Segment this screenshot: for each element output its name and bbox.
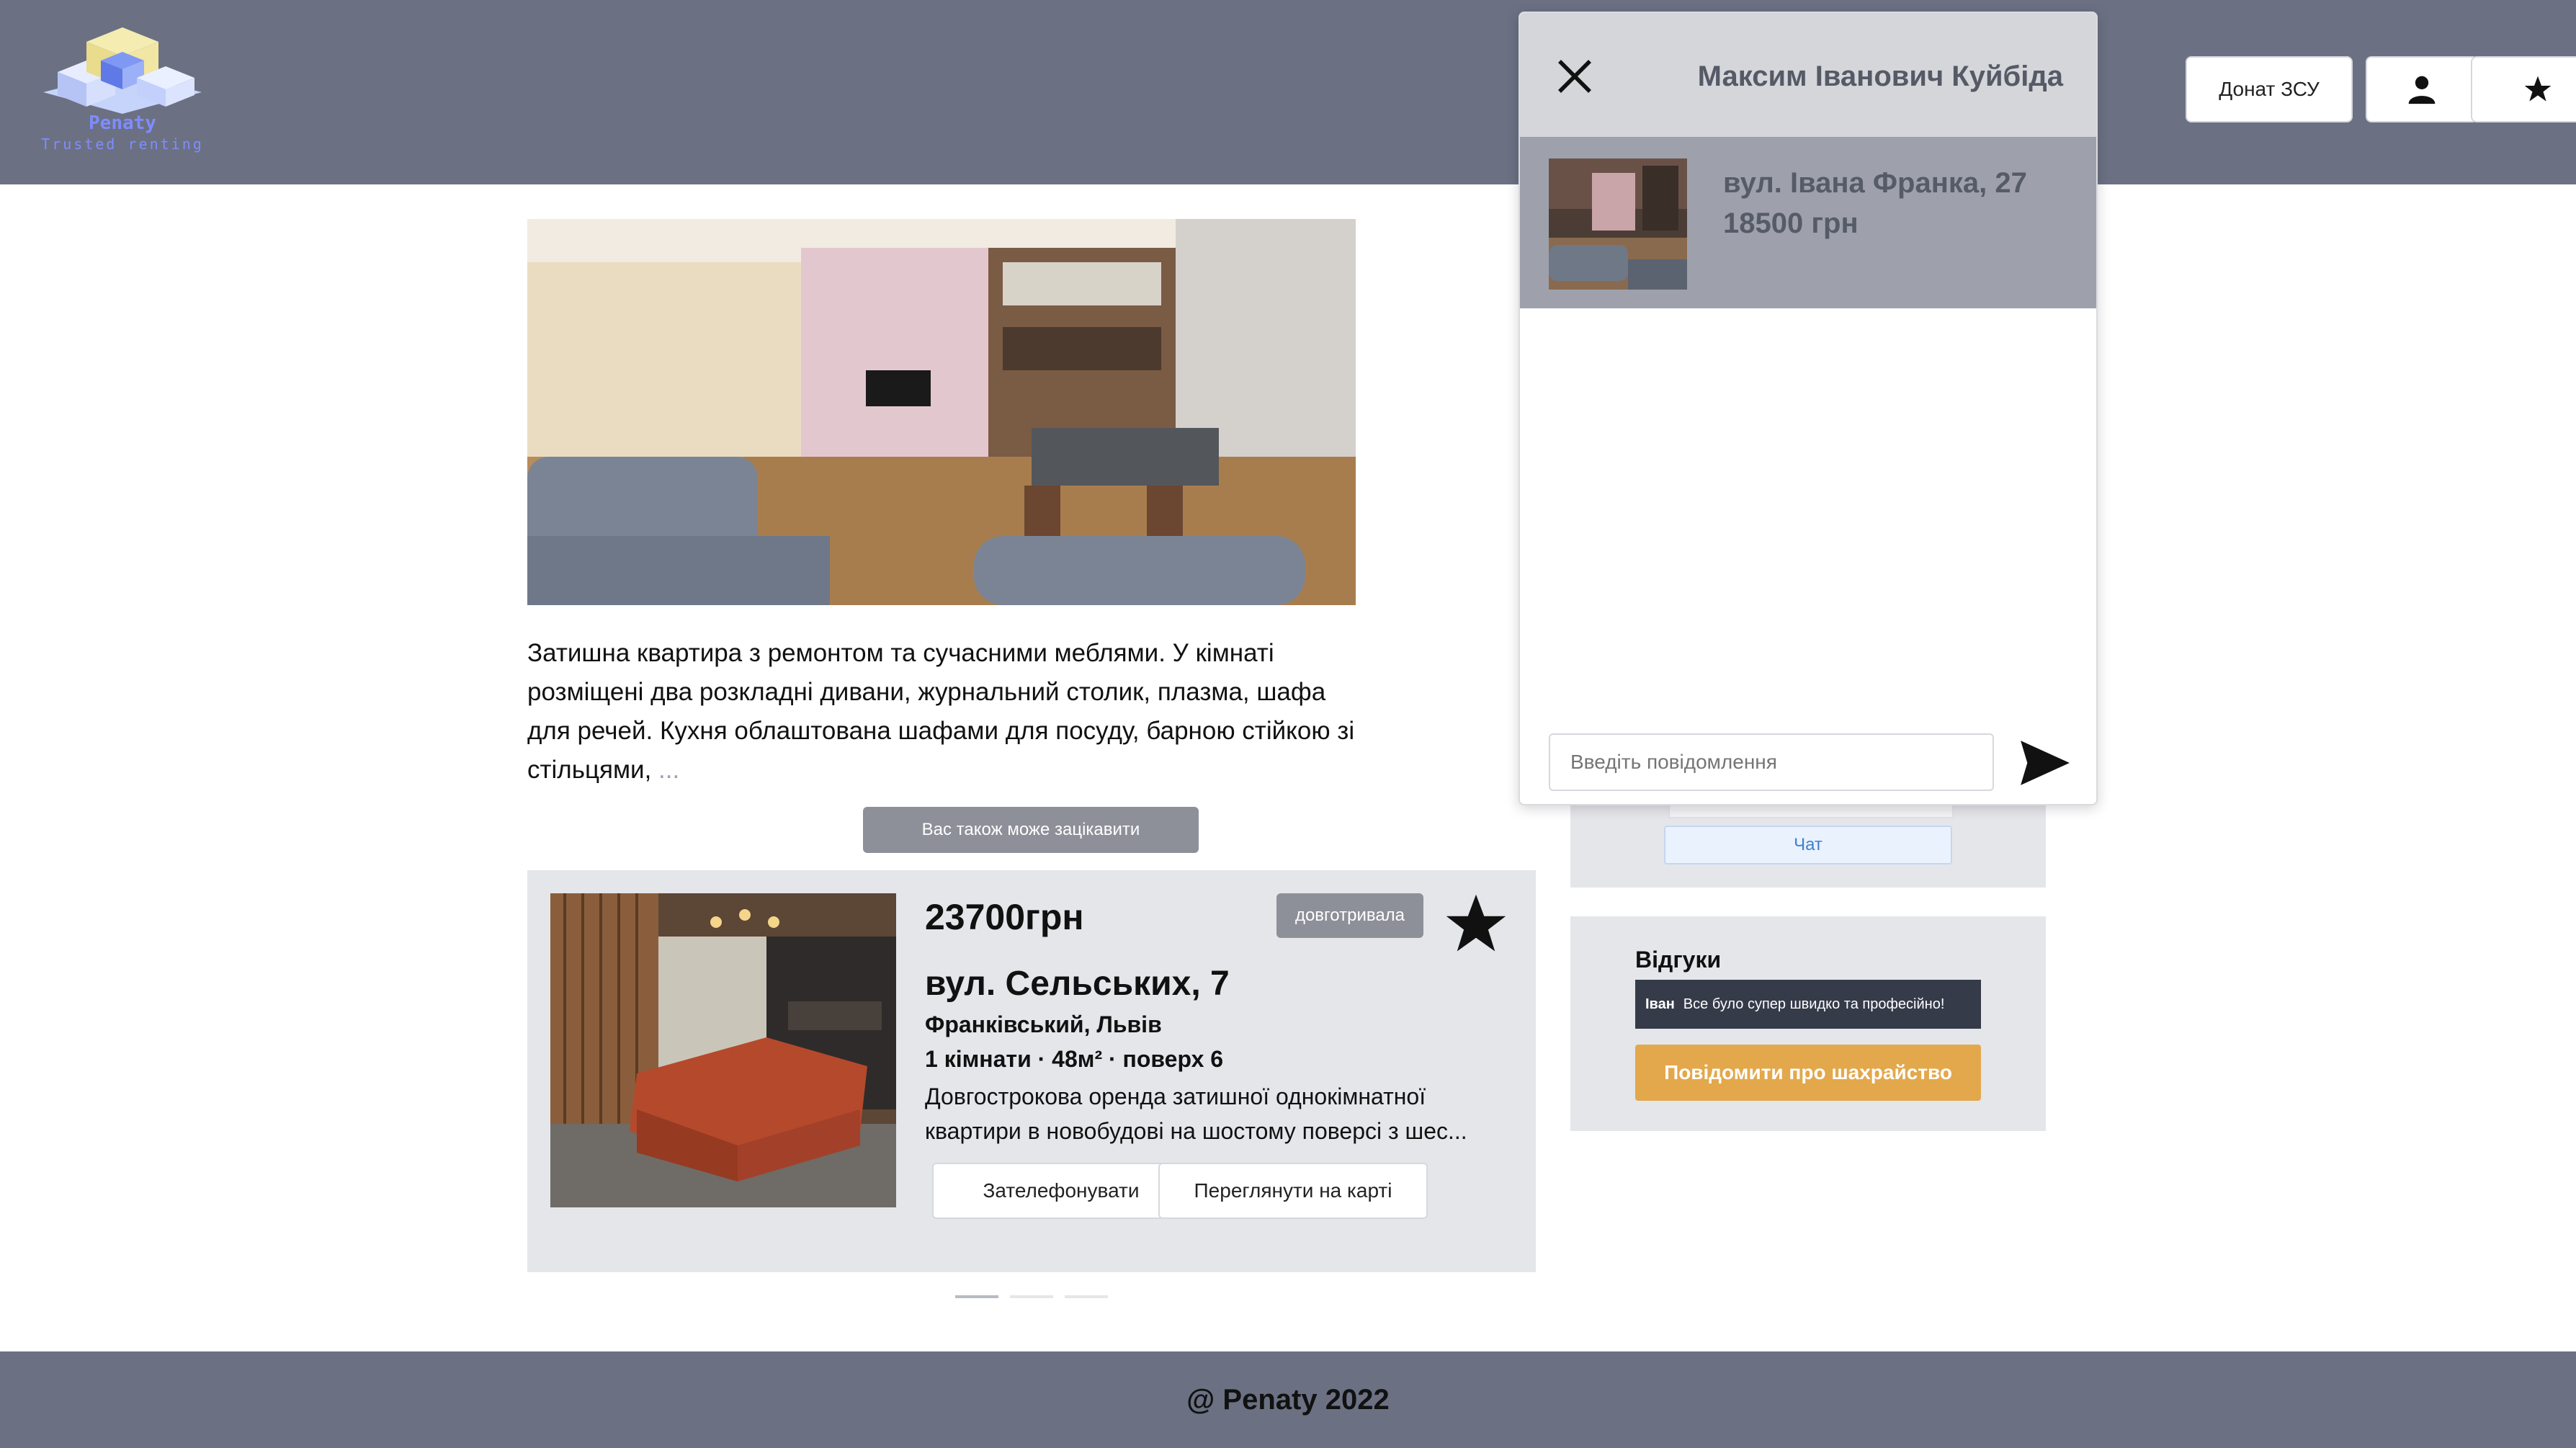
message-input[interactable] [1549, 733, 1994, 791]
send-icon [2021, 741, 2070, 785]
carousel-dot[interactable] [955, 1295, 998, 1298]
suggested-listing-price: 23700грн [925, 897, 1084, 937]
profile-button[interactable] [2366, 56, 2478, 122]
carousel-dot[interactable] [1010, 1295, 1053, 1298]
chat-header: Максим Іванович Куйбіда [1520, 13, 2096, 137]
rental-term-badge: довготривала [1276, 893, 1423, 938]
suggested-listing-district: Франківський, Львів [925, 1011, 1162, 1037]
chat-listing-thumbnail [1549, 158, 1687, 290]
suggestions-button[interactable]: Вас також може зацікавити [863, 807, 1199, 853]
reviews-title: Відгуки [1635, 947, 1722, 973]
add-to-favorites-button[interactable] [1444, 892, 1508, 957]
logo-house-icon [43, 27, 202, 114]
user-icon [2408, 76, 2436, 104]
suggested-listing-photo[interactable] [550, 893, 896, 1207]
donate-button[interactable]: Донат ЗСУ [2186, 56, 2353, 122]
star-icon [1446, 894, 1506, 952]
apartment-thumbnail [1549, 158, 1687, 290]
chat-listing-price: 18500 грн [1723, 207, 1859, 239]
chat-contact-name: Максим Іванович Куйбіда [1697, 61, 2063, 92]
logo-name: Penaty [89, 112, 156, 134]
logo[interactable]: Penaty Trusted renting [29, 20, 216, 157]
chat-listing-summary[interactable]: вул. Івана Франка, 27 18500 грн [1520, 137, 2096, 308]
listing-description: Затишна квартира з ремонтом та сучасними… [527, 634, 1370, 790]
site-footer: @ Penaty 2022 [0, 1351, 2576, 1448]
report-fraud-button[interactable]: Повідомити про шахрайство [1635, 1045, 1981, 1101]
logo-tagline: Trusted renting [41, 135, 204, 153]
chat-button[interactable]: Чат [1664, 826, 1952, 864]
favorites-button[interactable] [2471, 56, 2576, 122]
suggested-listing-street: вул. Сельських, 7 [925, 965, 1230, 1003]
suggested-listing-description: Довгострокова оренда затишної однокімнат… [925, 1083, 1467, 1144]
reviews-panel: Відгуки Іван Все було супер швидко та пр… [1570, 916, 2046, 1131]
star-icon [2524, 76, 2552, 102]
living-room-photo [550, 893, 896, 1207]
review-author: Іван [1645, 996, 1675, 1012]
chat-listing-address: вул. Івана Франка, 27 [1723, 167, 2027, 199]
apartment-photo [527, 219, 1356, 605]
close-chat-button[interactable] [1555, 56, 1595, 97]
review-item: Іван Все було супер швидко та професійно… [1635, 980, 1981, 1029]
send-message-button[interactable] [2017, 736, 2073, 790]
carousel-pagination [955, 1295, 1111, 1300]
site-header: Penaty Trusted renting Донат ЗСУ [0, 0, 2576, 184]
chat-window: Максим Іванович Куйбіда вул. Івана Франк… [1519, 12, 2098, 805]
chat-listing-info: вул. Івана Франка, 27 18500 грн [1723, 163, 2027, 243]
carousel-dot[interactable] [1065, 1295, 1108, 1298]
listing-photo[interactable] [527, 219, 1356, 605]
suggested-listing-details: 1 кімнати · 48м² · поверх 6 [925, 1046, 1224, 1072]
call-button[interactable]: Зателефонувати [932, 1163, 1190, 1219]
view-on-map-button[interactable]: Переглянути на карті [1158, 1163, 1428, 1219]
review-text: Все було супер швидко та професійно! [1683, 996, 1945, 1012]
read-more-link[interactable]: ... [651, 756, 679, 784]
close-icon [1558, 60, 1591, 93]
footer-copyright: @ Penaty 2022 [1186, 1383, 1390, 1416]
suggested-listing-card[interactable]: 23700грн довготривала вул. Сельських, 7 … [527, 870, 1536, 1272]
